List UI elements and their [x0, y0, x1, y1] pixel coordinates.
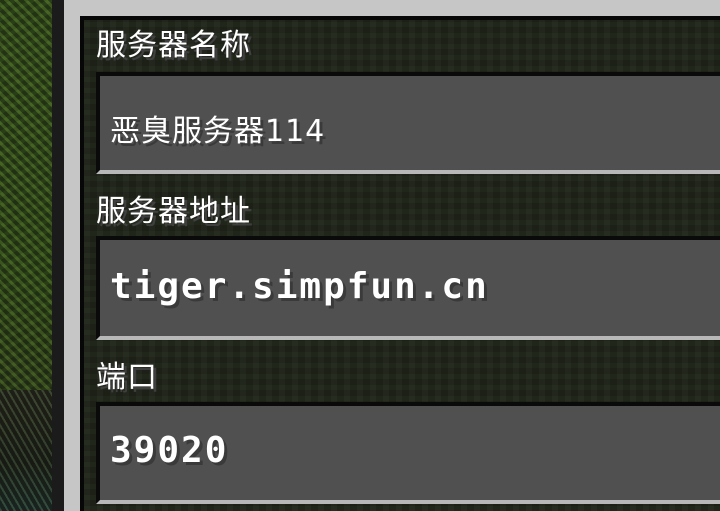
frame-gap	[52, 0, 64, 511]
server-name-input[interactable]: 恶臭服务器114	[96, 72, 720, 174]
port-value: 39020	[110, 430, 229, 471]
server-name-label: 服务器名称	[96, 28, 251, 63]
background-trunk	[0, 390, 52, 511]
server-address-input[interactable]: tiger.simpfun.cn	[96, 236, 720, 340]
port-input[interactable]: 39020	[96, 402, 720, 504]
server-name-value: 恶臭服务器114	[110, 114, 326, 149]
server-address-value: tiger.simpfun.cn	[110, 266, 489, 307]
server-address-label: 服务器地址	[96, 194, 251, 229]
port-label: 端口	[96, 360, 158, 395]
